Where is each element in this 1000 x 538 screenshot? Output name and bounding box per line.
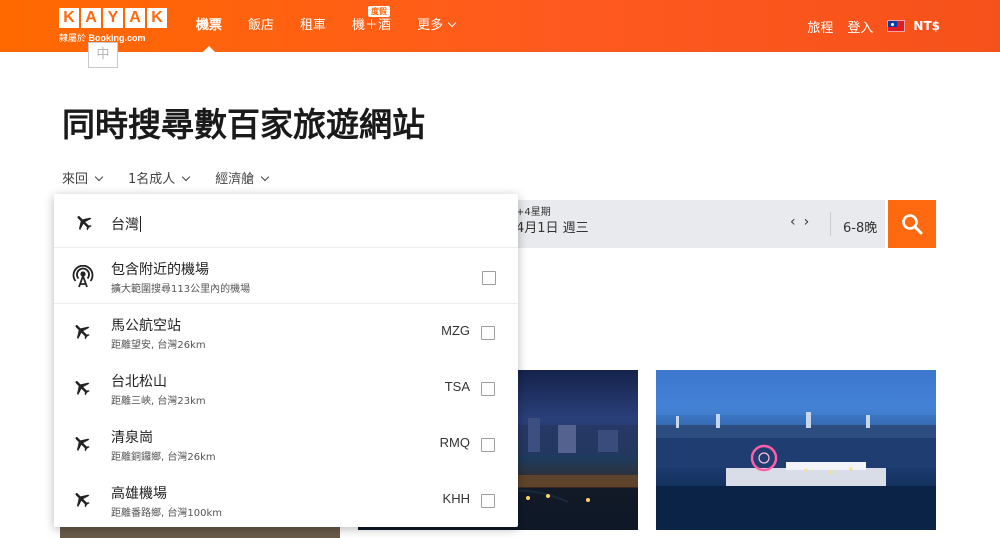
nav-packages-badge: 度假: [368, 6, 391, 17]
trip-type-label: 來回: [62, 172, 89, 187]
origin-autocomplete-dropdown: 台灣 包含附近的機場 擴大範圍搜尋113公里內的機場 馬公航空站 距離望安, 台…: [54, 194, 518, 527]
plane-icon: [75, 437, 90, 452]
origin-input-row[interactable]: 台灣: [54, 194, 518, 248]
travelers-label: 1名成人: [128, 172, 176, 187]
chevron-down-icon: [94, 172, 104, 182]
chevron-left-icon[interactable]: ‹: [790, 214, 804, 230]
nav-more[interactable]: 更多: [417, 0, 457, 52]
airport-detail: 距離銅鑼鄉, 台灣26km: [111, 452, 216, 463]
airport-name: 馬公航空站: [111, 318, 181, 334]
trips-link[interactable]: 旅程: [807, 17, 833, 36]
nav-cars[interactable]: 租車: [300, 0, 326, 52]
date-flex-hint: +4星期: [516, 207, 551, 218]
login-link[interactable]: 登入: [847, 17, 873, 36]
top-header: K A Y A K 隸屬於 Booking.com 機票 飯店 租車 度假 機＋…: [0, 0, 1000, 52]
logo-letter: K: [147, 8, 167, 28]
airport-checkbox[interactable]: [481, 382, 495, 396]
logo-sub-prefix: 隸屬於: [59, 33, 87, 43]
main-nav: 機票 飯店 租車 度假 機＋酒 更多: [196, 0, 481, 52]
origin-input-value: 台灣: [111, 217, 139, 233]
destination-card-image[interactable]: [656, 370, 936, 530]
trip-type-select[interactable]: 來回: [62, 168, 104, 187]
date-step-arrows: ‹›: [790, 214, 817, 230]
airport-code: TSA: [444, 379, 470, 394]
nights-field[interactable]: 6-8晚: [843, 217, 877, 236]
airport-checkbox[interactable]: [481, 438, 495, 452]
airport-detail: 距離望安, 台灣26km: [111, 340, 206, 351]
nav-packages[interactable]: 度假 機＋酒: [352, 0, 391, 52]
osaka-bay-ferris-wheel-image: [656, 370, 936, 530]
cabin-label: 經濟艙: [215, 172, 255, 187]
header-actions: 旅程 登入 NT$: [793, 0, 940, 52]
airport-name: 清泉崗: [111, 430, 153, 446]
plane-icon: [75, 325, 90, 340]
chevron-down-icon: [261, 172, 270, 182]
airport-option[interactable]: 台北松山 距離三峽, 台灣23km TSA: [54, 360, 518, 416]
search-button[interactable]: [888, 200, 936, 248]
nav-cars-label: 租車: [300, 18, 327, 33]
airport-option[interactable]: 馬公航空站 距離望安, 台灣26km MZG: [54, 304, 518, 360]
search-options: 來回 1名成人 經濟艙: [62, 168, 294, 187]
plane-icon: [77, 216, 92, 231]
airport-option[interactable]: 高雄機場 距離番路鄉, 台灣100km KHH: [54, 472, 518, 528]
date-field[interactable]: 4月1日 週三: [516, 217, 589, 236]
text-cursor: [140, 216, 141, 232]
cabin-select[interactable]: 經濟艙: [215, 168, 270, 187]
nav-hotels[interactable]: 飯店: [248, 0, 274, 52]
plane-icon: [75, 493, 90, 508]
search-icon: [902, 214, 923, 235]
nav-flights-label: 機票: [196, 18, 223, 33]
airport-detail: 距離番路鄉, 台灣100km: [111, 508, 222, 519]
airport-option[interactable]: 清泉崗 距離銅鑼鄉, 台灣26km RMQ: [54, 416, 518, 472]
logo-letters: K A Y A K: [59, 8, 169, 28]
radar-icon: [72, 265, 94, 288]
logo-letter: A: [81, 8, 101, 28]
origin-input[interactable]: 台灣: [111, 214, 141, 234]
logo-letter: Y: [103, 8, 123, 28]
nav-more-label: 更多: [417, 18, 444, 33]
nav-packages-label: 機＋酒: [352, 18, 392, 33]
airport-checkbox[interactable]: [481, 494, 495, 508]
travelers-select[interactable]: 1名成人: [128, 168, 191, 187]
ime-indicator: 中: [88, 42, 118, 68]
airport-code: KHH: [442, 491, 470, 506]
kayak-logo[interactable]: K A Y A K 隸屬於 Booking.com: [59, 8, 169, 44]
chevron-down-icon: [447, 18, 457, 28]
airport-name: 台北松山: [111, 374, 167, 390]
nearby-title: 包含附近的機場: [111, 262, 209, 278]
plane-icon: [75, 381, 90, 396]
logo-letter: K: [59, 8, 79, 28]
divider: [830, 212, 831, 236]
airport-code: MZG: [441, 323, 470, 338]
currency-selector[interactable]: NT$: [913, 19, 940, 33]
taiwan-flag-icon[interactable]: [887, 20, 906, 32]
airport-checkbox[interactable]: [481, 326, 495, 340]
airport-name: 高雄機場: [111, 486, 167, 502]
include-nearby-airports-option[interactable]: 包含附近的機場 擴大範圍搜尋113公里內的機場: [54, 248, 518, 304]
chevron-down-icon: [182, 172, 191, 182]
nav-flights[interactable]: 機票: [196, 0, 222, 52]
logo-letter: A: [125, 8, 145, 28]
nearby-checkbox[interactable]: [482, 271, 496, 285]
chevron-right-icon[interactable]: ›: [804, 214, 818, 230]
nearby-subtitle: 擴大範圍搜尋113公里內的機場: [111, 284, 251, 295]
page-title: 同時搜尋數百家旅遊網站: [62, 105, 425, 144]
airport-detail: 距離三峽, 台灣23km: [111, 396, 206, 407]
airport-code: RMQ: [439, 435, 470, 450]
nav-hotels-label: 飯店: [248, 18, 275, 33]
